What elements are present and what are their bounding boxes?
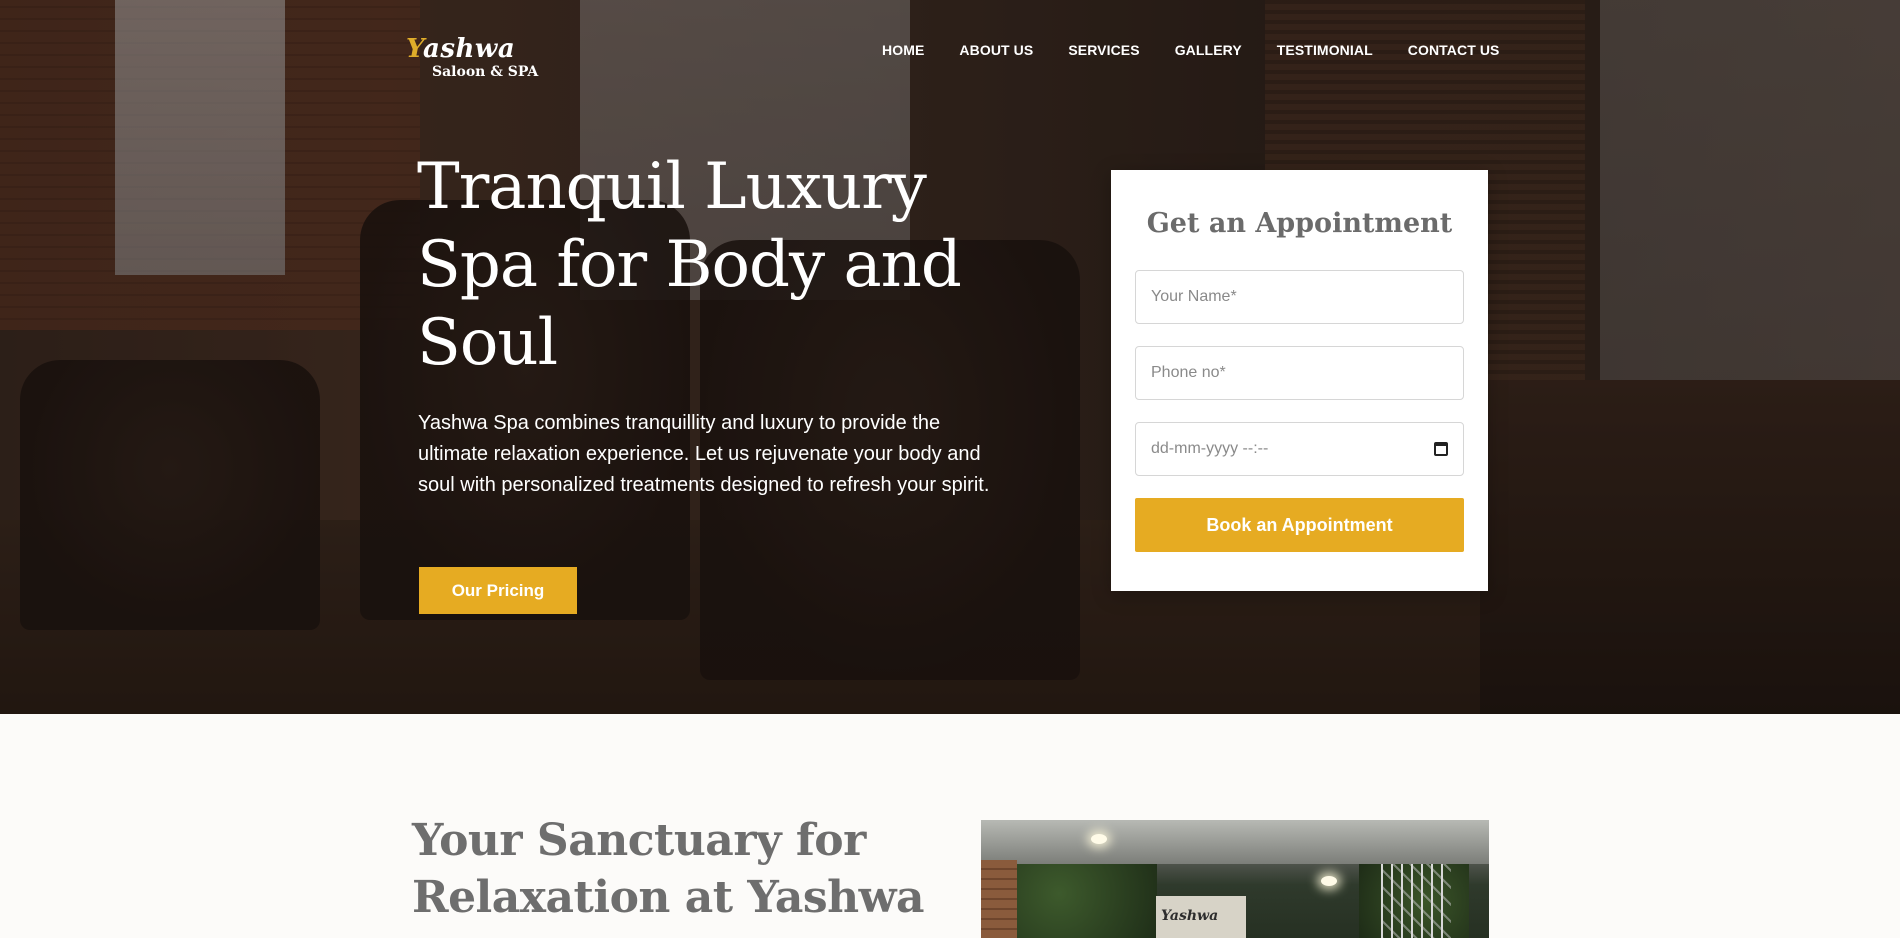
nav-item-testimonial[interactable]: TESTIMONIAL: [1277, 42, 1373, 58]
hero-section: Yashwa Saloon & SPA HOME ABOUT US SERVIC…: [0, 0, 1900, 714]
appointment-form-card: Get an Appointment dd-mm-yyyy --:-- Book…: [1111, 170, 1488, 591]
site-logo[interactable]: Yashwa Saloon & SPA: [406, 34, 572, 84]
photo-sign-text: Yashwa: [1161, 908, 1219, 924]
hero-description: Yashwa Spa combines tranquillity and lux…: [418, 412, 990, 496]
date-time-input[interactable]: dd-mm-yyyy --:--: [1135, 422, 1464, 476]
name-input[interactable]: [1135, 270, 1464, 324]
photo-ceiling: [981, 820, 1489, 864]
photo-grill-gate: [1381, 864, 1451, 938]
nav-item-home[interactable]: HOME: [882, 42, 924, 58]
book-appointment-button[interactable]: Book an Appointment: [1135, 498, 1464, 552]
nav-item-about-us[interactable]: ABOUT US: [959, 42, 1033, 58]
main-navigation: HOME ABOUT US SERVICES GALLERY TESTIMONI…: [882, 42, 1499, 58]
logo-brand-name: Yashwa: [406, 34, 516, 64]
sanctuary-section-title: Your Sanctuary for Relaxation at Yashwa: [412, 815, 925, 923]
nav-item-contact-us[interactable]: CONTACT US: [1408, 42, 1500, 58]
calendar-icon[interactable]: [1434, 442, 1448, 456]
appointment-form-title: Get an Appointment: [1146, 208, 1453, 239]
spa-interior-photo: Yashwa: [981, 820, 1489, 938]
photo-green-wall: [1017, 864, 1157, 938]
date-time-placeholder: dd-mm-yyyy --:--: [1151, 440, 1269, 457]
nav-item-services[interactable]: SERVICES: [1068, 42, 1139, 58]
logo-tagline: Saloon & SPA: [432, 64, 539, 80]
hero-title: Tranquil Luxury Spa for Body and Soul: [417, 150, 962, 380]
photo-brick-wall: [981, 860, 1017, 938]
phone-input[interactable]: [1135, 346, 1464, 400]
our-pricing-button[interactable]: Our Pricing: [419, 567, 577, 614]
photo-ceiling-light: [1091, 834, 1107, 844]
photo-ceiling-light: [1321, 876, 1337, 886]
nav-item-gallery[interactable]: GALLERY: [1175, 42, 1242, 58]
